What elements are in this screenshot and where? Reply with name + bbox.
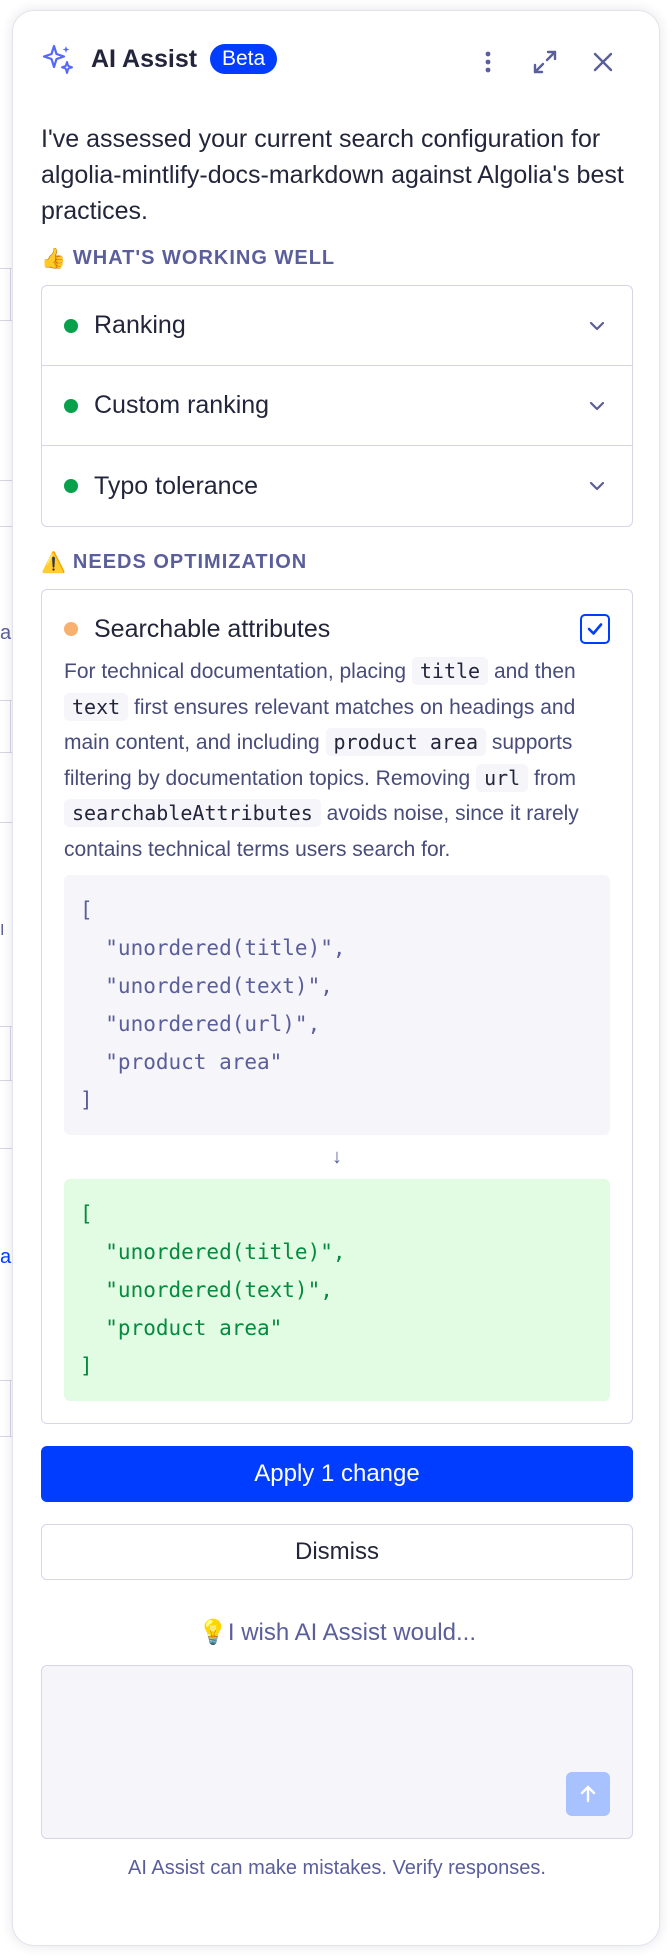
bg-divider bbox=[10, 700, 11, 752]
optimization-description: For technical documentation, placing tit… bbox=[64, 654, 610, 867]
disclaimer-text: AI Assist can make mistakes. Verify resp… bbox=[128, 1857, 546, 1879]
inline-code: url bbox=[476, 763, 529, 792]
apply-checkbox[interactable] bbox=[580, 614, 610, 644]
send-button[interactable] bbox=[566, 1772, 610, 1816]
optimization-card-searchable-attributes: Searchable attributes For technical docu… bbox=[41, 589, 633, 1424]
accordion-item-ranking[interactable]: Ranking bbox=[42, 286, 632, 366]
feedback-prompt: 💡I wish AI Assist would... bbox=[41, 1618, 633, 1647]
panel-header: AI Assist Beta bbox=[13, 11, 659, 111]
inline-code: searchableAttributes bbox=[64, 799, 321, 827]
inline-code: product area bbox=[325, 728, 487, 756]
needs-optimization-heading: ⚠️ NEEDS OPTIMIZATION bbox=[41, 547, 633, 577]
dismiss-button[interactable]: Dismiss bbox=[41, 1524, 633, 1580]
status-dot bbox=[64, 318, 78, 333]
section-title: NEEDS OPTIMIZATION bbox=[72, 550, 308, 573]
working-well-heading: 👍 WHAT'S WORKING WELL bbox=[41, 243, 633, 273]
beta-badge: Beta bbox=[210, 44, 278, 74]
desc-text: from bbox=[534, 766, 577, 790]
thumbs-up-icon: 👍 bbox=[41, 247, 67, 270]
arrow-up-icon bbox=[580, 1785, 596, 1803]
chevron-down-icon bbox=[589, 481, 605, 491]
accordion-item-typo-tolerance[interactable]: Typo tolerance bbox=[42, 446, 632, 526]
optimization-header: Searchable attributes bbox=[64, 612, 610, 646]
accordion-item-custom-ranking[interactable]: Custom ranking bbox=[42, 366, 632, 446]
more-vertical-icon[interactable] bbox=[473, 47, 503, 77]
lightbulb-icon: 💡 bbox=[198, 1619, 228, 1646]
status-dot bbox=[64, 479, 78, 493]
proposed-config-code: [ "unordered(title)", "unordered(text)",… bbox=[64, 1179, 610, 1401]
panel-content: I've assessed your current search config… bbox=[41, 121, 633, 1880]
bg-divider bbox=[10, 268, 11, 320]
current-config-code: [ "unordered(title)", "unordered(text)",… bbox=[64, 875, 610, 1135]
arrow-down-icon: ↓ bbox=[332, 1146, 342, 1168]
feedback-input[interactable] bbox=[41, 1665, 633, 1839]
desc-text: and then bbox=[493, 660, 576, 683]
checkmark-icon bbox=[587, 623, 603, 635]
inline-code: text bbox=[64, 692, 129, 721]
panel-title: AI Assist bbox=[91, 45, 198, 73]
inline-code: title bbox=[411, 657, 489, 685]
sparkle-icon bbox=[41, 43, 75, 77]
expand-icon[interactable] bbox=[530, 47, 560, 77]
apply-changes-button[interactable]: Apply 1 change bbox=[41, 1446, 633, 1502]
accordion-label: Custom ranking bbox=[94, 391, 270, 419]
bg-text-fragment: I bbox=[0, 922, 5, 939]
intro-text: I've assessed your current search config… bbox=[41, 125, 624, 225]
desc-text: For technical documentation, placing bbox=[64, 660, 407, 683]
section-title: WHAT'S WORKING WELL bbox=[72, 246, 336, 269]
optimization-label: Searchable attributes bbox=[94, 614, 331, 643]
accordion-label: Typo tolerance bbox=[94, 471, 258, 500]
warning-icon: ⚠️ bbox=[41, 551, 67, 574]
bg-divider bbox=[10, 1380, 11, 1436]
status-dot bbox=[64, 622, 78, 636]
status-dot bbox=[64, 398, 78, 413]
feedback-prompt-text: I wish AI Assist would... bbox=[227, 1619, 476, 1646]
ai-assist-panel: AI Assist Beta I've assessed your curren… bbox=[12, 10, 660, 1946]
accordion-label: Ranking bbox=[94, 311, 186, 339]
working-well-list: Ranking Custom ranking Typo tolerance bbox=[41, 285, 633, 527]
chevron-down-icon bbox=[589, 321, 605, 330]
bg-divider bbox=[10, 1026, 11, 1080]
chevron-down-icon bbox=[589, 401, 605, 410]
close-icon[interactable] bbox=[588, 47, 618, 77]
